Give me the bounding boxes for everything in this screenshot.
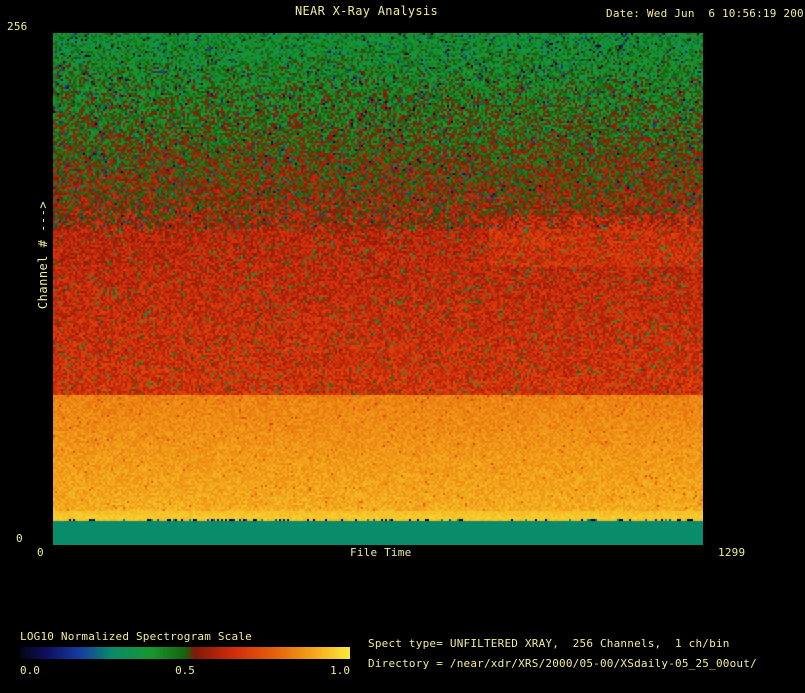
near-xray-analysis-screen: NEAR X-Ray Analysis Date: Wed Jun 6 10:5… bbox=[0, 0, 805, 693]
x-axis-min-label: 0 bbox=[37, 546, 44, 559]
page-title: NEAR X-Ray Analysis bbox=[295, 5, 438, 18]
y-axis-min-label: 0 bbox=[16, 532, 23, 545]
x-axis-max-label: 1299 bbox=[718, 546, 745, 559]
colorbar-title: LOG10 Normalized Spectrogram Scale bbox=[20, 630, 252, 643]
colorbar-ticks: 0.0 0.5 1.0 bbox=[20, 664, 350, 677]
y-axis-max-label: 256 bbox=[7, 20, 27, 33]
colorbar-tick-mid: 0.5 bbox=[175, 664, 195, 677]
colorbar-gradient bbox=[20, 647, 350, 659]
x-axis-title: File Time bbox=[350, 546, 410, 559]
y-axis-title: Channel # ---> bbox=[36, 201, 50, 309]
directory-info: Directory = /near/xdr/XRS/2000/05-00/XSd… bbox=[368, 657, 757, 670]
spect-type-info: Spect type= UNFILTERED XRAY, 256 Channel… bbox=[368, 637, 730, 650]
colorbar-tick-min: 0.0 bbox=[20, 664, 40, 677]
spectrogram-image bbox=[53, 33, 703, 545]
datetime-label: Date: Wed Jun 6 10:56:19 2001 bbox=[606, 7, 805, 20]
colorbar-tick-max: 1.0 bbox=[330, 664, 350, 677]
